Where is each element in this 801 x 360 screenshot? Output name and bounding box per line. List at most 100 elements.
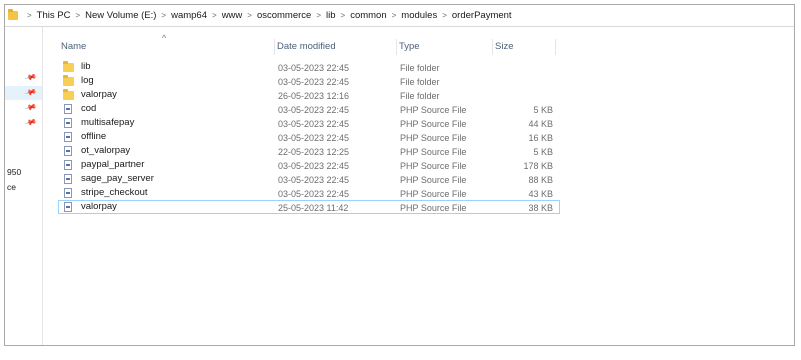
file-size: 178 KB bbox=[523, 161, 553, 171]
file-row[interactable]: log 03-05-2023 22:45 File folder bbox=[58, 74, 560, 88]
file-type: PHP Source File bbox=[400, 203, 467, 213]
nav-item-label[interactable]: 950 bbox=[7, 167, 21, 177]
file-type: PHP Source File bbox=[400, 189, 467, 199]
file-type: PHP Source File bbox=[400, 175, 467, 185]
address-bar[interactable]: > This PC > New Volume (E:) > wamp64 > www > osco… bbox=[5, 5, 794, 27]
breadcrumb-item[interactable]: orderPayment bbox=[452, 10, 512, 21]
column-header-size[interactable]: Size bbox=[493, 39, 556, 55]
file-name-cell[interactable]: offline bbox=[59, 131, 275, 143]
file-name-cell[interactable]: valorpay bbox=[59, 89, 275, 101]
pin-icon: 📌 bbox=[24, 101, 38, 114]
file-name-cell[interactable]: log bbox=[59, 75, 275, 87]
file-type: File folder bbox=[400, 77, 440, 87]
breadcrumb-separator-icon[interactable]: > bbox=[442, 11, 447, 20]
file-size bbox=[493, 75, 556, 87]
file-row[interactable]: offline 03-05-2023 22:45 PHP Source File 16… bbox=[58, 130, 560, 144]
file-date-modified: 03-05-2023 22:45 bbox=[278, 161, 350, 171]
breadcrumb-item[interactable]: www bbox=[222, 10, 243, 21]
file-row[interactable]: ot_valorpay 22-05-2023 12:25 PHP Source Fi… bbox=[58, 144, 560, 158]
file-name: stripe_checkout bbox=[81, 187, 148, 198]
quick-access-item[interactable]: 📌 bbox=[5, 101, 42, 115]
folder-icon bbox=[63, 75, 74, 86]
column-header-date-modified[interactable]: Date modified bbox=[275, 39, 397, 55]
quick-access-item[interactable]: 📌 bbox=[5, 71, 42, 85]
file-name-cell[interactable]: ot_valorpay bbox=[59, 145, 275, 157]
file-date-modified: 03-05-2023 22:45 bbox=[278, 105, 350, 115]
breadcrumb-item[interactable]: wamp64 bbox=[171, 10, 207, 21]
file-row[interactable]: valorpay 26-05-2023 12:16 File folder bbox=[58, 88, 560, 102]
breadcrumb-separator-icon[interactable]: > bbox=[341, 11, 346, 20]
file-row[interactable]: lib 03-05-2023 22:45 File folder bbox=[58, 60, 560, 74]
file-row[interactable]: sage_pay_server 03-05-2023 22:45 PHP Sourc… bbox=[58, 172, 560, 186]
php-file-icon bbox=[64, 188, 72, 198]
file-name: multisafepay bbox=[81, 117, 135, 128]
file-type: PHP Source File bbox=[400, 119, 467, 129]
file-name: sage_pay_server bbox=[81, 173, 154, 184]
file-type: PHP Source File bbox=[400, 133, 467, 143]
file-type: PHP Source File bbox=[400, 161, 467, 171]
navigation-pane: 📌 📌 📌 📌 950 ce bbox=[5, 27, 43, 345]
folder-icon bbox=[8, 9, 18, 20]
file-type: PHP Source File bbox=[400, 105, 467, 115]
breadcrumb-separator-icon[interactable]: > bbox=[316, 11, 321, 20]
file-row[interactable]: stripe_checkout 03-05-2023 22:45 PHP Sourc… bbox=[58, 186, 560, 200]
file-name-cell[interactable]: valorpay bbox=[59, 201, 275, 213]
file-type: PHP Source File bbox=[400, 147, 467, 157]
file-name: valorpay bbox=[81, 201, 117, 212]
file-name: valorpay bbox=[81, 89, 117, 100]
file-name: offline bbox=[81, 131, 107, 142]
breadcrumb-item[interactable]: lib bbox=[326, 10, 336, 21]
file-name-cell[interactable]: lib bbox=[59, 61, 275, 73]
nav-item-label[interactable]: ce bbox=[7, 182, 16, 192]
column-header-name[interactable]: ^ Name bbox=[59, 33, 275, 55]
php-file-icon bbox=[64, 118, 72, 128]
folder-icon bbox=[63, 61, 74, 72]
file-name-cell[interactable]: cod bbox=[59, 103, 275, 115]
file-size: 5 KB bbox=[533, 147, 553, 157]
breadcrumb-separator-icon[interactable]: > bbox=[392, 11, 397, 20]
file-row[interactable]: valorpay 25-05-2023 11:42 PHP Source File 3… bbox=[58, 200, 560, 214]
file-name: lib bbox=[81, 61, 91, 72]
file-size bbox=[493, 89, 556, 101]
file-explorer-window: > This PC > New Volume (E:) > wamp64 > www > osco… bbox=[4, 4, 795, 346]
file-row[interactable]: paypal_partner 03-05-2023 22:45 PHP Source… bbox=[58, 158, 560, 172]
file-size: 38 KB bbox=[528, 203, 553, 213]
file-date-modified: 03-05-2023 22:45 bbox=[278, 175, 350, 185]
breadcrumb-item[interactable]: oscommerce bbox=[257, 10, 311, 21]
quick-access-item-selected[interactable]: 📌 bbox=[5, 86, 42, 100]
breadcrumb-separator-icon[interactable]: > bbox=[161, 11, 166, 20]
file-list: lib 03-05-2023 22:45 File folder log 03-05-2… bbox=[58, 60, 560, 214]
file-name: cod bbox=[81, 103, 97, 114]
pin-icon: 📌 bbox=[24, 71, 38, 84]
breadcrumb-separator-icon[interactable]: > bbox=[247, 11, 252, 20]
php-file-icon bbox=[64, 202, 72, 212]
breadcrumb-separator-icon[interactable]: > bbox=[75, 11, 80, 20]
file-date-modified: 03-05-2023 22:45 bbox=[278, 119, 350, 129]
file-row[interactable]: cod 03-05-2023 22:45 PHP Source File 5 KB bbox=[58, 102, 560, 116]
file-date-modified: 03-05-2023 22:45 bbox=[278, 133, 350, 143]
quick-access-item[interactable]: 📌 bbox=[5, 116, 42, 130]
file-type: File folder bbox=[400, 91, 440, 101]
breadcrumb-item[interactable]: New Volume (E:) bbox=[85, 10, 156, 21]
column-header-type[interactable]: Type bbox=[397, 39, 493, 55]
file-name-cell[interactable]: paypal_partner bbox=[59, 159, 275, 171]
file-name-cell[interactable]: sage_pay_server bbox=[59, 173, 275, 185]
file-type: File folder bbox=[400, 63, 440, 73]
php-file-icon bbox=[64, 174, 72, 184]
file-date-modified: 03-05-2023 22:45 bbox=[278, 63, 350, 73]
breadcrumb-item[interactable]: modules bbox=[401, 10, 437, 21]
php-file-icon bbox=[64, 104, 72, 114]
file-size: 5 KB bbox=[533, 105, 553, 115]
column-header-row: ^ Name Date modified Type Size bbox=[59, 33, 556, 55]
breadcrumb-separator-icon[interactable]: > bbox=[212, 11, 217, 20]
breadcrumb-item[interactable]: common bbox=[350, 10, 386, 21]
file-name-cell[interactable]: multisafepay bbox=[59, 117, 275, 129]
file-name-cell[interactable]: stripe_checkout bbox=[59, 187, 275, 199]
file-date-modified: 26-05-2023 12:16 bbox=[278, 91, 350, 101]
file-date-modified: 03-05-2023 22:45 bbox=[278, 77, 350, 87]
breadcrumb-separator-icon[interactable]: > bbox=[27, 11, 32, 20]
file-row[interactable]: multisafepay 03-05-2023 22:45 PHP Source F… bbox=[58, 116, 560, 130]
breadcrumb-item[interactable]: This PC bbox=[37, 10, 71, 21]
file-size bbox=[493, 61, 556, 73]
breadcrumb: > This PC > New Volume (E:) > wamp64 > www > osco… bbox=[22, 10, 512, 21]
